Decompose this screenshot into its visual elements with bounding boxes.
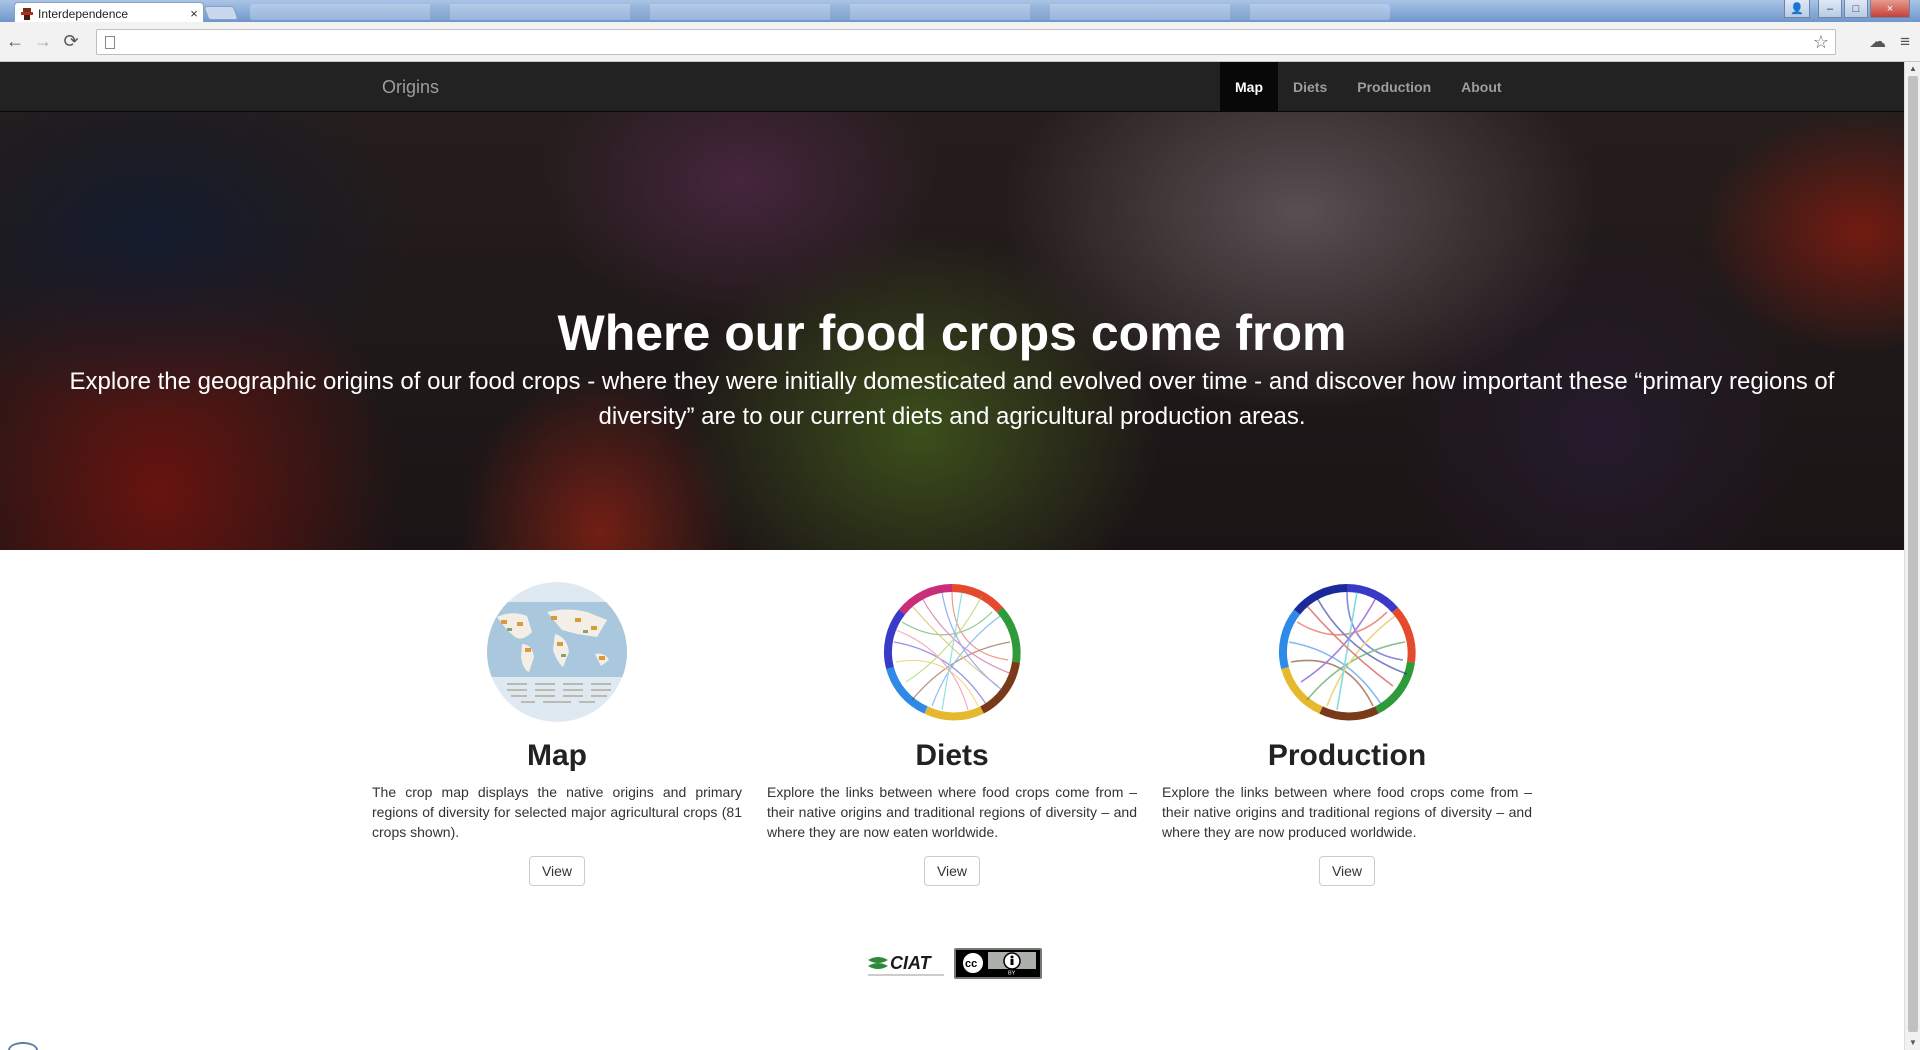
chord-diagram-icon[interactable] (882, 582, 1022, 722)
browser-titlebar: Interdependence × 👤 – □ × (0, 0, 1920, 24)
cc-text: cc (965, 958, 977, 970)
nav-links: Map Diets Production About (1220, 62, 1517, 112)
close-window-button[interactable]: × (1870, 0, 1910, 18)
cloud-extension-icon[interactable]: ☁ (1869, 32, 1886, 52)
nav-link-map[interactable]: Map (1220, 62, 1278, 112)
production-view-button[interactable]: View (1318, 856, 1376, 886)
page-icon (105, 35, 115, 49)
cc-by-text: BY (1008, 971, 1016, 977)
hero-title: Where our food crops come from (557, 305, 1347, 361)
address-bar[interactable]: ☆ (96, 29, 1836, 55)
bookmark-star-icon[interactable]: ☆ (1813, 32, 1829, 53)
feature-production: Production Explore the links between whe… (1162, 582, 1532, 886)
user-icon[interactable]: 👤 (1784, 0, 1810, 18)
nav-link-production[interactable]: Production (1342, 62, 1446, 112)
browser-tab[interactable]: Interdependence × (14, 2, 204, 24)
browser-toolbar: ← → ⟳ ☆ ☁ ≡ (0, 22, 1920, 62)
nav-link-diets[interactable]: Diets (1278, 62, 1342, 112)
page-viewport: Origins Map Diets Production About Where… (0, 62, 1904, 1050)
toolbar-right: ☁ ≡ (1869, 32, 1910, 52)
feature-production-description: Explore the links between where food cro… (1162, 784, 1532, 840)
world-map-icon[interactable] (487, 582, 627, 722)
map-view-button[interactable]: View (528, 856, 586, 886)
minimize-button[interactable]: – (1818, 0, 1842, 18)
forward-icon[interactable]: → (30, 29, 56, 55)
feature-map-title: Map (527, 739, 587, 772)
new-tab-button[interactable] (203, 6, 239, 20)
reload-icon[interactable]: ⟳ (58, 29, 84, 55)
menu-icon[interactable]: ≡ (1900, 32, 1910, 52)
feature-map-description: The crop map displays the native origins… (372, 784, 742, 840)
scroll-thumb[interactable] (1908, 76, 1918, 1032)
feature-map: Map The crop map displays the native ori… (372, 582, 742, 886)
nav-link-about[interactable]: About (1446, 62, 1516, 112)
feature-production-title: Production (1267, 739, 1427, 772)
maximize-button[interactable]: □ (1844, 0, 1868, 18)
scroll-down-arrow-icon[interactable]: ▼ (1905, 1036, 1920, 1050)
back-icon[interactable]: ← (2, 29, 28, 55)
feature-columns: Map The crop map displays the native ori… (372, 582, 1532, 886)
ciat-text: CIAT (890, 953, 933, 973)
ciat-logo[interactable]: CIAT (866, 950, 946, 978)
feature-diets-title: Diets (915, 739, 989, 772)
hero-subtitle: Explore the geographic origins of our fo… (69, 368, 1835, 430)
footer-logos: CIAT cc BY (866, 948, 1042, 979)
brand-link[interactable]: Origins (382, 62, 439, 112)
window-controls: 👤 – □ × (1784, 0, 1910, 18)
scroll-up-arrow-icon[interactable]: ▲ (1905, 62, 1920, 76)
favicon-icon (21, 7, 33, 20)
hero-banner: Where our food crops come from Explore t… (0, 112, 1904, 550)
cc-by-license-logo[interactable]: cc BY (954, 948, 1042, 979)
feature-diets-description: Explore the links between where food cro… (767, 784, 1137, 840)
chord-diagram-icon[interactable] (1277, 582, 1417, 722)
site-navbar: Origins Map Diets Production About (0, 62, 1904, 112)
bottom-corner-badge (8, 1042, 38, 1050)
tab-title: Interdependence (38, 6, 129, 21)
background-tabs (250, 4, 1390, 20)
feature-diets: Diets Explore the links between where fo… (767, 582, 1137, 886)
diets-view-button[interactable]: View (923, 856, 981, 886)
tab-close-icon[interactable]: × (185, 6, 203, 21)
page-scrollbar[interactable]: ▲ ▼ (1904, 62, 1920, 1050)
